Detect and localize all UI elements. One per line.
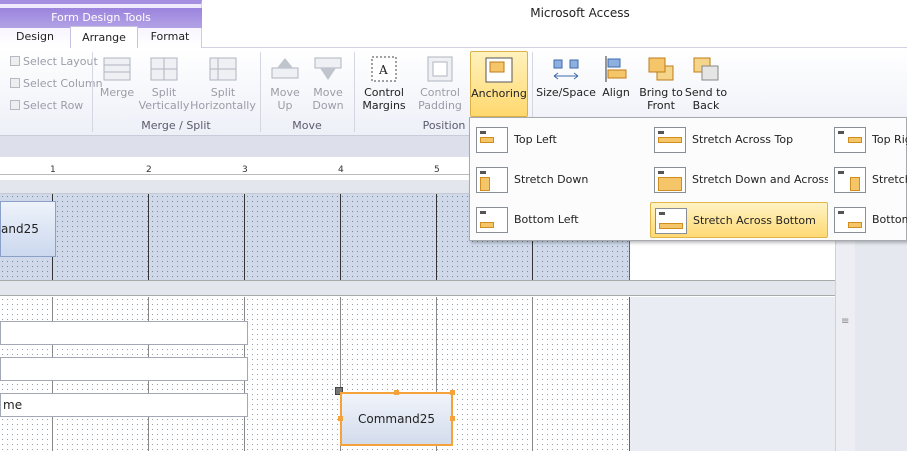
contextual-tab-label: Form Design Tools <box>0 8 202 28</box>
move-down-icon <box>314 57 342 80</box>
split-horizontally-icon <box>209 57 237 81</box>
select-row-button[interactable]: Select Row <box>0 96 83 116</box>
anchoring-icon <box>485 57 513 83</box>
anchor-stretch-across-bottom[interactable]: Stretch Across Bottom <box>650 202 828 238</box>
detail-textbox[interactable] <box>0 321 248 345</box>
select-column-icon <box>10 78 20 88</box>
anchor-bottom-left-icon <box>476 207 508 233</box>
tab-design[interactable]: Design <box>4 26 66 48</box>
anchor-stretch-down[interactable]: Stretch Down <box>472 162 648 198</box>
merge-button[interactable]: Merge <box>96 54 138 99</box>
control-padding-icon <box>427 56 453 82</box>
select-layout-icon <box>10 56 20 66</box>
bring-to-front-icon <box>648 57 674 81</box>
ruler-tick: 4 <box>338 165 344 175</box>
anchor-top-left-icon <box>476 127 508 153</box>
anchor-bottom-left[interactable]: Bottom Left <box>472 202 648 238</box>
move-up-button[interactable]: Move Up <box>264 54 306 112</box>
move-up-icon <box>271 58 299 79</box>
anchor-stretch-across-top-icon <box>654 127 686 153</box>
layout-gridline <box>532 297 533 451</box>
anchoring-button[interactable]: Anchoring <box>470 51 528 117</box>
header-command-button[interactable]: and25 <box>0 201 56 257</box>
resize-handle[interactable] <box>338 416 343 421</box>
size-space-button[interactable]: Size/Space <box>536 54 596 99</box>
size-space-icon <box>553 59 579 80</box>
align-button[interactable]: Align <box>598 54 634 99</box>
anchor-stretch-icon <box>834 167 866 193</box>
select-row-icon <box>10 100 20 110</box>
ruler-tick: 1 <box>50 165 56 175</box>
move-group-label: Move <box>292 119 322 132</box>
anchoring-dropdown-menu: Top Left Stretch Down Bottom Left Stretc… <box>469 117 907 241</box>
tab-arrange[interactable]: Arrange <box>70 26 138 49</box>
tab-format[interactable]: Format <box>140 26 200 48</box>
anchor-stretch-down-and-across-icon <box>654 167 686 193</box>
merge-split-group-label: Merge / Split <box>141 119 211 132</box>
anchor-stretch-down-icon <box>476 167 508 193</box>
anchor-bottom[interactable]: Bottom <box>830 202 907 238</box>
canvas-empty-area <box>630 297 835 451</box>
move-down-button[interactable]: Move Down <box>306 54 350 112</box>
resize-handle[interactable] <box>450 390 455 395</box>
align-icon <box>605 56 627 82</box>
title-bar: Form Design Tools Microsoft Access Desig… <box>0 0 907 49</box>
anchor-top-right[interactable]: Top Right <box>830 122 907 158</box>
ruler-tick: 3 <box>242 165 248 175</box>
detail-textbox[interactable]: me <box>0 393 248 417</box>
control-padding-button[interactable]: Control Padding <box>412 54 468 112</box>
send-to-back-button[interactable]: Send to Back <box>684 54 728 112</box>
ruler-tick: 5 <box>434 165 440 175</box>
control-margins-icon: A <box>371 56 397 82</box>
layout-gridline <box>148 194 149 280</box>
command25-button[interactable]: Command25 <box>340 392 453 446</box>
anchor-stretch-across-top[interactable]: Stretch Across Top <box>650 122 828 158</box>
scroll-grip-icon[interactable]: ≡ <box>841 316 849 327</box>
send-to-back-icon <box>693 57 719 81</box>
anchor-stretch[interactable]: Stretch <box>830 162 907 198</box>
split-horizontally-button[interactable]: Split Horizontally <box>190 54 256 112</box>
layout-gridline <box>436 194 437 280</box>
bring-to-front-button[interactable]: Bring to Front <box>638 54 684 112</box>
anchor-stretch-across-bottom-icon <box>655 208 687 234</box>
resize-handle[interactable] <box>450 416 455 421</box>
resize-handle[interactable] <box>394 390 399 395</box>
anchor-top-right-icon <box>834 127 866 153</box>
split-vertically-icon <box>150 57 178 81</box>
anchor-bottom-icon <box>834 207 866 233</box>
detail-textbox[interactable] <box>0 357 248 381</box>
detail-section-bar[interactable] <box>0 280 835 296</box>
svg-text:A: A <box>378 63 388 77</box>
layout-gridline <box>340 194 341 280</box>
select-layout-button[interactable]: Select Layout <box>0 52 98 72</box>
control-margins-button[interactable]: A Control Margins <box>356 54 412 112</box>
layout-gridline <box>244 194 245 280</box>
merge-icon <box>103 57 131 81</box>
anchor-stretch-down-and-across[interactable]: Stretch Down and Across <box>650 162 828 198</box>
anchor-top-left[interactable]: Top Left <box>472 122 648 158</box>
app-title: Microsoft Access <box>530 6 630 20</box>
split-vertically-button[interactable]: Split Vertically <box>138 54 190 112</box>
ruler-tick: 2 <box>146 165 152 175</box>
select-column-button[interactable]: Select Column <box>0 74 103 94</box>
